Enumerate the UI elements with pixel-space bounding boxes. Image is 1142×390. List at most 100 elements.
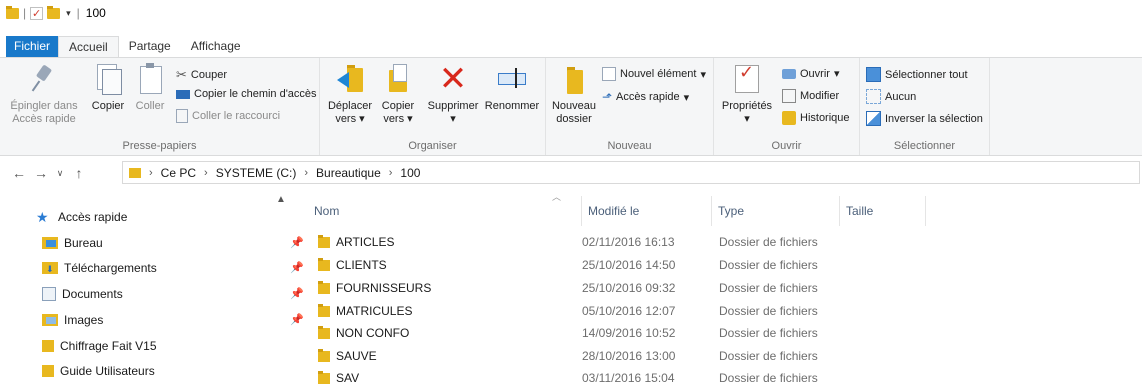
sidebar-item-chiffrage[interactable]: Chiffrage Fait V15: [42, 333, 322, 358]
column-header-name[interactable]: Nom: [308, 196, 582, 226]
new-item-button[interactable]: Nouvel élément ▾: [602, 67, 706, 81]
chevron-right-icon[interactable]: ›: [389, 167, 393, 179]
rename-button[interactable]: Renommer: [482, 62, 542, 113]
column-header-size[interactable]: Taille: [840, 196, 926, 226]
properties-quick-icon[interactable]: ✓: [30, 6, 44, 20]
open-button[interactable]: Ouvrir ▾: [782, 67, 839, 80]
open-icon: [782, 68, 796, 79]
group-label-clipboard: Presse-papiers: [122, 140, 197, 152]
file-type: Dossier de fichiers: [719, 258, 818, 272]
tab-fichier[interactable]: Fichier: [6, 36, 59, 58]
properties-dropdown-icon[interactable]: ▾: [718, 113, 776, 126]
group-clipboard: Épingler dans Accès rapide Copier Coller…: [0, 58, 320, 155]
new-folder-icon: [557, 62, 591, 96]
cut-label: Couper: [190, 69, 227, 81]
properties-label: Propriétés: [721, 100, 773, 112]
tab-accueil[interactable]: Accueil: [58, 36, 119, 58]
file-date: 25/10/2016 14:50: [582, 258, 676, 272]
new-folder-quick-icon[interactable]: [47, 5, 61, 19]
chevron-right-icon[interactable]: ›: [204, 167, 208, 179]
select-none-button[interactable]: Aucun: [866, 89, 916, 104]
cut-button[interactable]: ✂ Couper: [176, 67, 227, 83]
chevron-right-icon[interactable]: ›: [304, 167, 308, 179]
paste-shortcut-button[interactable]: Coller le raccourci: [176, 109, 280, 123]
file-date: 14/09/2016 10:52: [582, 326, 676, 340]
history-icon: [782, 111, 796, 125]
file-name: CLIENTS: [336, 258, 387, 272]
file-type: Dossier de fichiers: [719, 326, 818, 340]
delete-label: Supprimer: [427, 100, 479, 112]
select-all-label: Sélectionner tout: [885, 68, 968, 81]
sidebar-item-images[interactable]: Images 📌: [42, 307, 322, 332]
new-folder-button[interactable]: Nouveau dossier: [550, 62, 598, 126]
group-label-organize: Organiser: [408, 140, 457, 152]
easy-access-button[interactable]: ⬏ Accès rapide ▾: [602, 90, 689, 104]
copy-path-button[interactable]: Copier le chemin d'accès: [176, 88, 317, 100]
invert-selection-icon: [866, 111, 881, 126]
documents-icon: [42, 286, 56, 301]
download-folder-icon: ⬇: [42, 261, 58, 274]
invert-selection-button[interactable]: Inverser la sélection: [866, 111, 983, 126]
sidebar-item-telechargements[interactable]: ⬇ Téléchargements 📌: [42, 255, 322, 280]
folder-icon: [318, 304, 330, 317]
invert-selection-label: Inverser la sélection: [885, 112, 983, 125]
edit-button[interactable]: Modifier: [782, 89, 839, 103]
select-none-label: Aucun: [885, 90, 917, 103]
star-icon: ★: [36, 208, 49, 225]
paste-button[interactable]: Coller: [130, 62, 170, 113]
history-button[interactable]: Historique: [782, 111, 850, 125]
breadcrumb-systeme[interactable]: SYSTEME (C:): [216, 166, 297, 180]
column-header-modified[interactable]: Modifié le: [582, 196, 712, 226]
sidebar-item-guide[interactable]: Guide Utilisateurs: [42, 358, 322, 383]
move-to-button[interactable]: Déplacer vers ▾: [326, 62, 374, 126]
new-folder-label-1: Nouveau: [551, 100, 597, 112]
table-row[interactable]: NON CONFO 14/09/2016 10:52 Dossier de fi…: [312, 322, 912, 345]
tab-partage[interactable]: Partage: [119, 36, 181, 58]
up-arrow-icon[interactable]: ↑: [68, 165, 90, 181]
dropdown-arrow-icon: ▾: [833, 68, 840, 80]
file-name: FOURNISSEURS: [336, 281, 432, 295]
column-header-type[interactable]: Type: [712, 196, 840, 226]
table-row[interactable]: SAUVE 28/10/2016 13:00 Dossier de fichie…: [312, 345, 912, 368]
delete-button[interactable]: ✕ Supprimer ▾: [424, 62, 482, 126]
breadcrumb-100[interactable]: 100: [400, 166, 420, 180]
copy-button[interactable]: Copier: [88, 62, 128, 113]
table-row[interactable]: MATRICULES 05/10/2016 12:07 Dossier de f…: [312, 300, 912, 323]
properties-button[interactable]: Propriétés ▾: [718, 62, 776, 126]
shortcut-icon: [176, 109, 188, 123]
forward-arrow-icon[interactable]: →: [30, 165, 52, 181]
sidebar-item-bureau[interactable]: Bureau 📌: [42, 230, 322, 255]
group-new: Nouveau dossier Nouvel élément ▾ ⬏ Accès…: [546, 58, 714, 155]
recent-locations-icon[interactable]: ∨: [52, 168, 68, 179]
chevron-right-icon[interactable]: ›: [149, 167, 153, 179]
table-row[interactable]: FOURNISSEURS 25/10/2016 09:32 Dossier de…: [312, 277, 912, 300]
table-row[interactable]: ARTICLES 02/11/2016 16:13 Dossier de fic…: [312, 231, 912, 254]
table-row[interactable]: CLIENTS 25/10/2016 14:50 Dossier de fich…: [312, 254, 912, 277]
sidebar-item-acces-rapide[interactable]: ★ Accès rapide: [36, 204, 316, 229]
copy-to-button[interactable]: Copier vers ▾: [378, 62, 418, 126]
rename-icon: [495, 62, 529, 96]
customize-toolbar-icon[interactable]: ▾: [64, 8, 73, 19]
breadcrumb-ce-pc[interactable]: Ce PC: [161, 166, 196, 180]
back-arrow-icon[interactable]: ←: [8, 165, 30, 181]
address-bar[interactable]: › Ce PC › SYSTEME (C:) › Bureautique › 1…: [122, 161, 1140, 184]
select-none-icon: [866, 89, 881, 104]
sidebar-item-label: Accès rapide: [58, 209, 128, 224]
scissors-icon: ✂: [176, 67, 187, 82]
ribbon: Épingler dans Accès rapide Copier Coller…: [0, 57, 1142, 156]
sidebar-item-documents[interactable]: Documents 📌: [42, 281, 322, 306]
sidebar-item-label: Bureau: [64, 235, 103, 250]
dropdown-arrow-icon: ▾: [683, 91, 690, 104]
select-all-button[interactable]: Sélectionner tout: [866, 67, 968, 82]
rename-label: Renommer: [484, 100, 540, 112]
file-name: NON CONFO: [336, 326, 410, 340]
breadcrumb-bureautique[interactable]: Bureautique: [316, 166, 381, 180]
copy-to-label-1: Copier: [381, 100, 415, 112]
tab-affichage[interactable]: Affichage: [181, 36, 251, 58]
folder-icon: [42, 364, 54, 377]
file-date: 28/10/2016 13:00: [582, 349, 676, 363]
pin-quick-access-button[interactable]: Épingler dans Accès rapide: [2, 62, 86, 126]
folder-icon: [129, 167, 141, 178]
delete-dropdown-icon[interactable]: ▾: [424, 113, 482, 126]
copy-to-label-2: vers ▾: [383, 113, 413, 125]
